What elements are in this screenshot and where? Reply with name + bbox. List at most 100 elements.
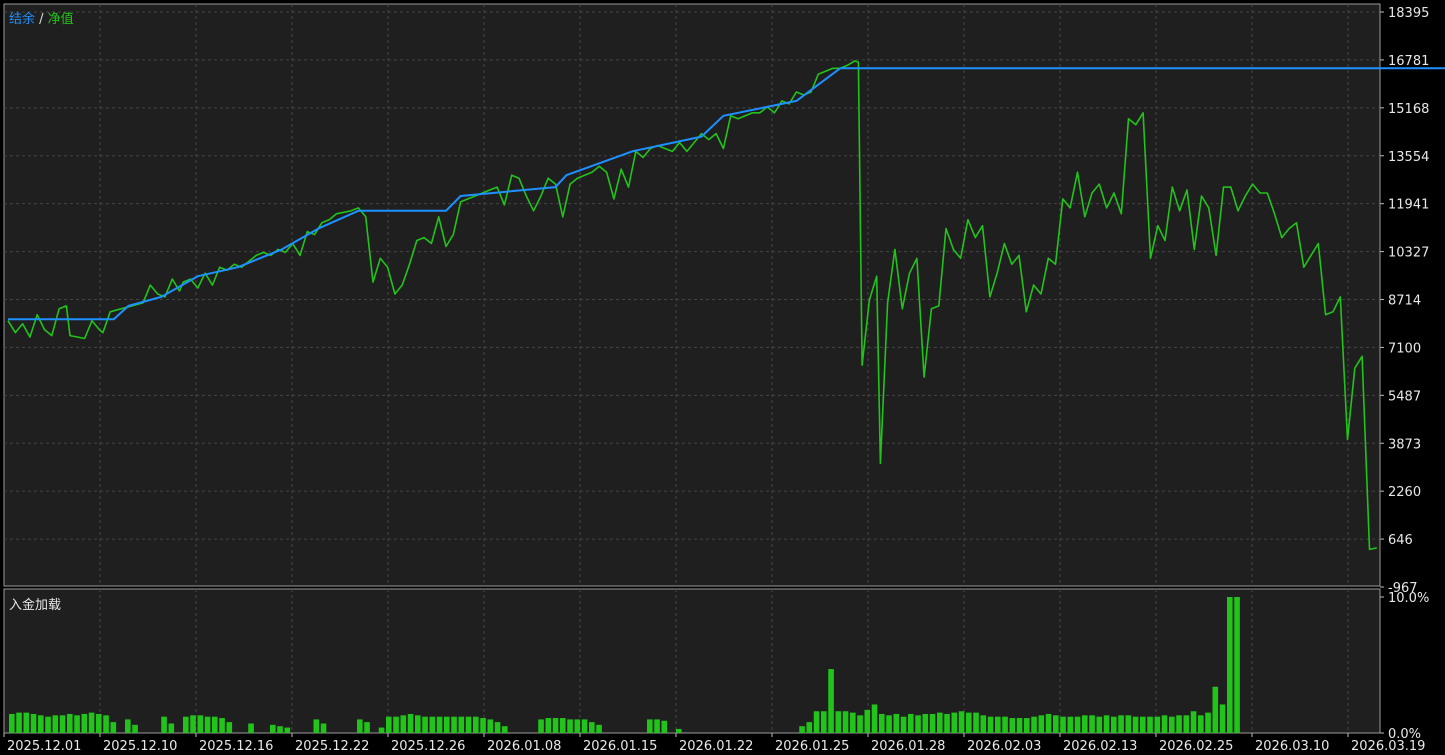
deposit-load-bar	[966, 712, 972, 733]
y-tick-label: 18395	[1388, 6, 1429, 21]
deposit-load-bar	[1161, 715, 1168, 733]
deposit-load-bar	[864, 709, 871, 733]
deposit-load-bar	[835, 711, 842, 733]
x-tick-label: 2025.12.22	[295, 739, 369, 754]
deposit-load-bar	[995, 716, 1001, 733]
deposit-load-bar	[661, 720, 668, 733]
x-tick-label: 2026.01.08	[487, 739, 561, 754]
deposit-load-bar	[415, 715, 421, 733]
deposit-load-bar	[161, 716, 167, 733]
equity-balance-chart: 18395 16781 15168 13554 11941 10327 8714 7100 54…	[0, 0, 1445, 755]
deposit-load-bar	[1140, 716, 1146, 733]
deposit-load-bar	[1227, 597, 1233, 733]
y-tick-label: 7100	[1388, 341, 1421, 356]
y-tick-label: 11941	[1388, 198, 1429, 213]
deposit-load-bar	[886, 715, 892, 733]
deposit-load-bar	[1154, 716, 1161, 733]
deposit-load-bar	[59, 715, 66, 733]
deposit-load-bar	[378, 727, 385, 733]
deposit-load-bar	[284, 727, 291, 733]
deposit-load-bar	[81, 713, 88, 733]
deposit-load-bar	[1096, 716, 1103, 733]
deposit-load-bar	[676, 728, 682, 733]
deposit-load-bar	[132, 724, 138, 733]
deposit-load-bar	[1089, 715, 1095, 733]
y-tick-label: 3873	[1388, 437, 1421, 452]
deposit-load-bar	[1125, 715, 1132, 733]
x-tick-label: 2026.02.13	[1063, 739, 1137, 754]
deposit-load-bar	[1045, 713, 1052, 733]
deposit-load-bar	[654, 719, 660, 733]
y-tick-label: 15168	[1388, 102, 1429, 117]
x-tick-label: 2026.02.25	[1159, 739, 1233, 754]
x-tick-label: 2025.12.16	[199, 739, 273, 754]
deposit-load-bar	[922, 713, 929, 733]
deposit-load-bar	[915, 715, 921, 733]
deposit-load-bar	[248, 723, 254, 733]
deposit-load-bar	[560, 718, 566, 733]
deposit-load-bar	[929, 713, 936, 733]
deposit-load-bar	[944, 713, 950, 733]
deposit-load-bar	[436, 716, 443, 733]
deposit-load-bar	[52, 715, 59, 733]
x-tick-label: 2025.12.01	[7, 739, 81, 754]
deposit-load-bar	[596, 724, 602, 733]
deposit-load-bar	[451, 716, 457, 733]
deposit-load-bar	[567, 719, 573, 733]
x-tick-label: 2026.02.03	[967, 739, 1041, 754]
legend-separator: /	[35, 12, 48, 27]
deposit-load-bar	[980, 715, 987, 733]
deposit-load-bar	[212, 716, 218, 733]
deposit-load-bar	[1016, 718, 1023, 733]
x-tick-label: 2026.01.15	[583, 739, 657, 754]
deposit-load-bar	[951, 712, 958, 733]
deposit-load-bar	[38, 715, 44, 733]
deposit-load-bar	[473, 716, 479, 733]
deposit-load-bar	[1169, 716, 1175, 733]
deposit-load-bar	[799, 726, 805, 733]
deposit-load-bar	[1219, 704, 1226, 733]
deposit-load-bar	[1212, 686, 1219, 733]
deposit-load-bar	[1053, 715, 1059, 733]
deposit-load-bar	[400, 715, 407, 733]
deposit-load-bar	[313, 719, 320, 733]
deposit-load-bar	[1103, 715, 1110, 733]
deposit-load-bar	[647, 719, 653, 733]
x-tick-label: 2026.01.22	[679, 739, 753, 754]
deposit-load-bar	[480, 718, 486, 733]
deposit-load-bar	[1038, 715, 1045, 733]
deposit-load-bar	[1002, 716, 1008, 733]
deposit-load-bar	[937, 712, 943, 733]
deposit-load-bar	[30, 713, 37, 733]
deposit-load-bar	[190, 715, 196, 733]
deposit-load-bar	[96, 713, 102, 733]
x-tick-label: 2026.03.10	[1255, 739, 1329, 754]
deposit-load-bar	[1009, 718, 1016, 733]
y-tick-label: 10327	[1388, 246, 1429, 261]
y-tick-label: 8714	[1388, 294, 1421, 309]
deposit-load-bar	[88, 712, 95, 733]
deposit-load-bar	[465, 716, 472, 733]
deposit-load-bar	[357, 719, 363, 733]
deposit-load-bar	[197, 715, 204, 733]
deposit-load-bar	[1118, 715, 1124, 733]
y-tick-label: 5487	[1388, 389, 1421, 404]
deposit-load-bar	[987, 716, 994, 733]
deposit-load-bar	[1205, 712, 1211, 733]
sub-y-tick-label: 10.0%	[1388, 591, 1429, 606]
legend-balance-label: 结余	[9, 12, 36, 27]
deposit-load-bar	[908, 713, 914, 733]
deposit-load-bar	[393, 716, 399, 733]
deposit-load-bar	[219, 718, 225, 733]
deposit-load-bar	[407, 713, 414, 733]
deposit-load-bar	[879, 713, 885, 733]
x-tick-label: 2026.03.19	[1351, 739, 1425, 754]
deposit-load-bar	[494, 722, 501, 733]
deposit-load-bar	[1190, 711, 1197, 733]
deposit-load-bar	[110, 722, 117, 733]
deposit-load-bar	[1031, 716, 1037, 733]
deposit-load-bar	[545, 718, 552, 733]
deposit-load-bar	[581, 719, 588, 733]
y-tick-label: 2260	[1388, 485, 1421, 500]
deposit-load-bar	[16, 712, 22, 733]
